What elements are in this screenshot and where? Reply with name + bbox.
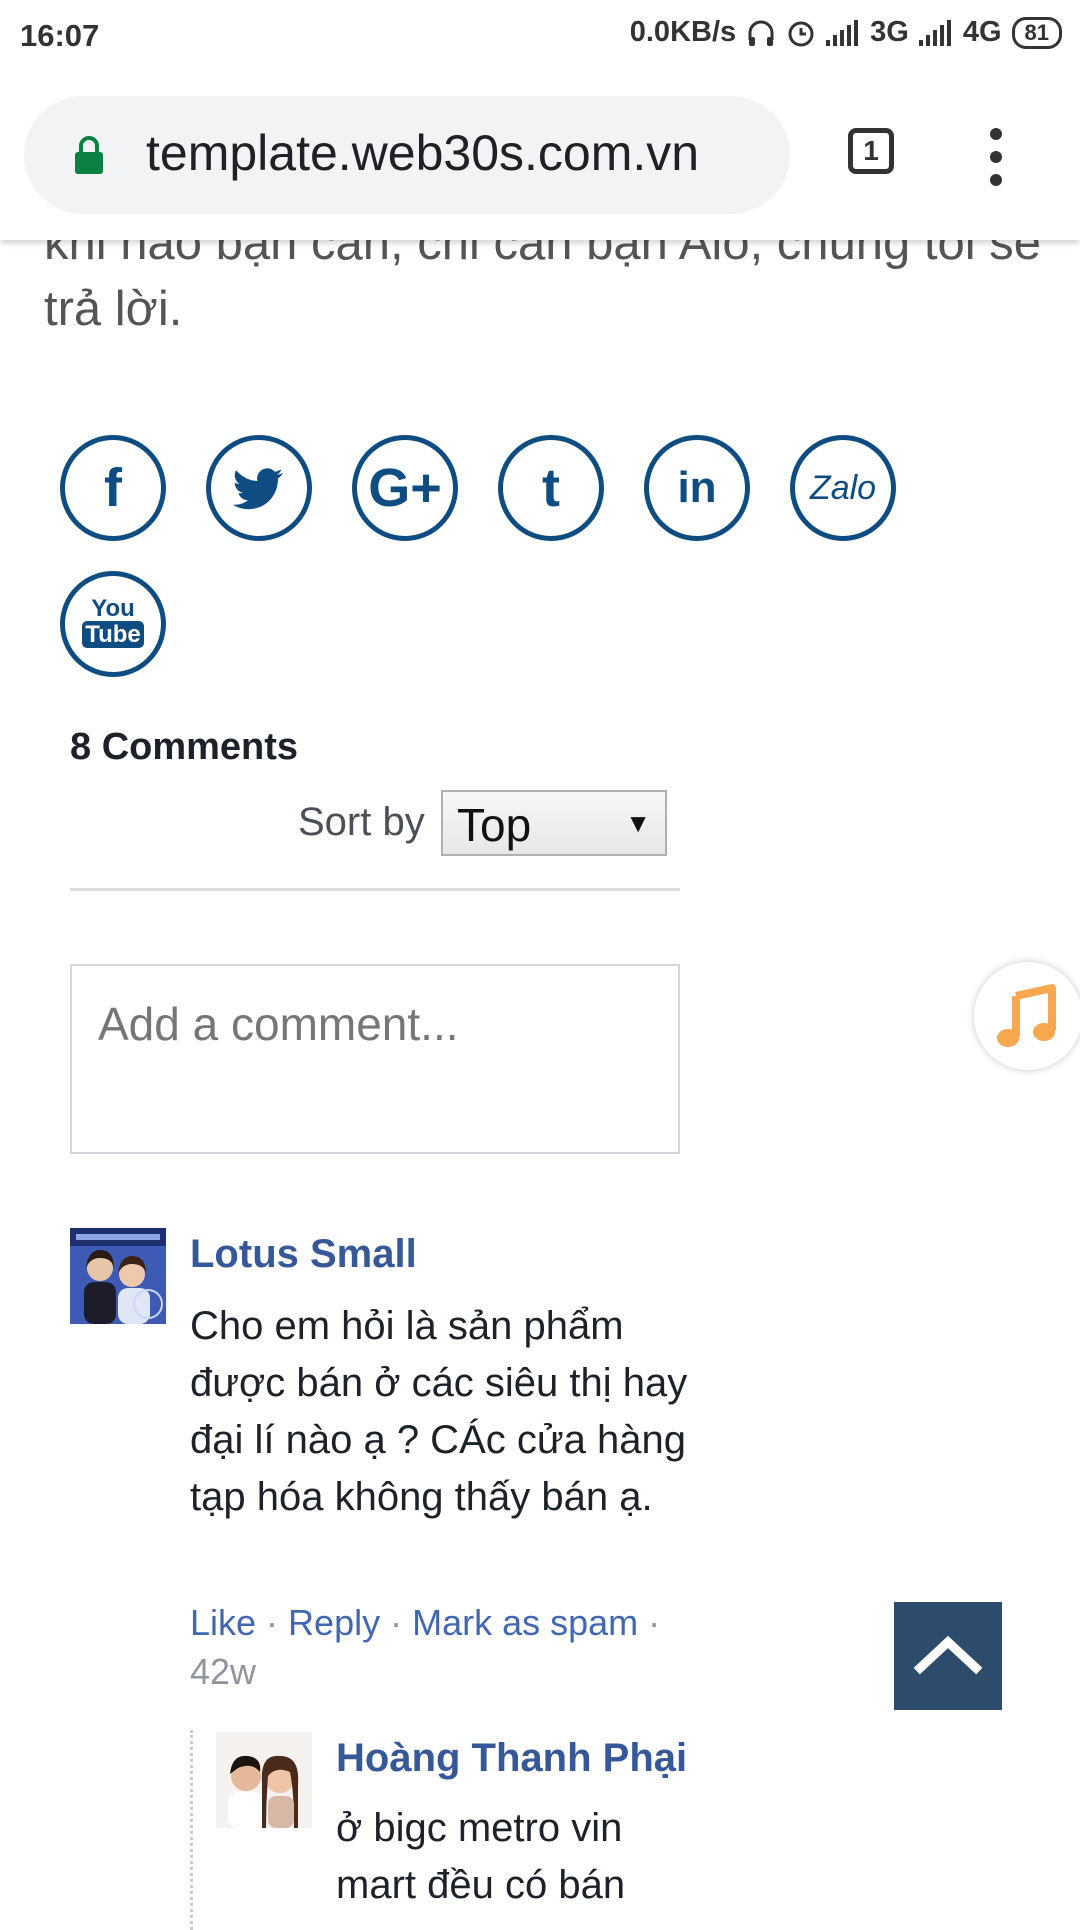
address-bar[interactable]: template.web30s.com.vn (24, 96, 790, 214)
dropdown-arrow-icon: ▼ (625, 808, 651, 838)
tab-switcher-button[interactable]: 1 (848, 128, 894, 174)
browser-toolbar: template.web30s.com.vn 1 (0, 72, 1080, 240)
twitter-icon (232, 468, 283, 510)
chevron-up-icon (913, 1635, 983, 1675)
youtube-icon: You Tube (65, 576, 161, 648)
alarm-icon (788, 21, 814, 46)
music-player-button[interactable] (974, 962, 1080, 1070)
lock-icon (75, 136, 103, 174)
comment-author[interactable]: Hoàng Thanh Phại (336, 1736, 687, 1781)
signal-icon (918, 19, 951, 46)
linkedin-share-button[interactable]: in (644, 435, 750, 541)
comment-text: ở bigc metro vin mart đều có bán (336, 1806, 626, 1907)
like-link[interactable]: Like (190, 1602, 256, 1643)
youtube-icon-top: You (91, 595, 135, 622)
comment-actions: Like · Reply · Mark as spam · 42w (190, 1602, 661, 1692)
google-plus-icon: G+ (368, 458, 442, 518)
music-note-icon (997, 984, 1056, 1047)
comment-author[interactable]: Lotus Small (190, 1232, 417, 1277)
zalo-icon: Zalo (809, 469, 877, 507)
divider (70, 888, 680, 891)
tumblr-share-button[interactable]: t (498, 435, 604, 541)
network-3g: 3G (870, 16, 909, 48)
battery-indicator: 81 (1011, 16, 1062, 49)
linkedin-icon: in (677, 463, 717, 512)
status-time: 16:07 (20, 18, 100, 53)
mark-spam-link[interactable]: Mark as spam (412, 1602, 638, 1643)
add-comment-box[interactable] (70, 964, 680, 1154)
facebook-icon: f (104, 458, 122, 518)
google-plus-share-button[interactable]: G+ (352, 435, 458, 541)
sort-select-value: Top (457, 799, 532, 851)
youtube-icon-bottom: Tube (82, 621, 144, 648)
facebook-share-button[interactable]: f (60, 435, 166, 541)
youtube-share-button[interactable]: You Tube (60, 571, 166, 677)
comment-timestamp: 42w (190, 1651, 257, 1692)
add-comment-input[interactable] (96, 996, 660, 1052)
comments-count: 8 Comments (70, 726, 299, 768)
status-indicators: 0.0KB/s 3G 4G 81 (630, 16, 1062, 49)
url-text[interactable]: template.web30s.com.vn (146, 124, 699, 182)
twitter-share-button[interactable] (206, 435, 312, 541)
sort-label: Sort by (298, 800, 425, 844)
headphones-icon (748, 20, 774, 46)
overflow-menu-icon[interactable] (990, 128, 1002, 197)
avatar[interactable] (216, 1732, 312, 1828)
avatar[interactable] (70, 1228, 166, 1324)
comment-text: Cho em hỏi là sản phẩm được bán ở các si… (190, 1304, 688, 1519)
reply-thread-line (190, 1730, 193, 1930)
reply-link[interactable]: Reply (288, 1602, 380, 1643)
network-speed: 0.0KB/s (629, 16, 737, 48)
signal-icon (826, 19, 859, 46)
network-4g: 4G (962, 16, 1002, 48)
zalo-share-button[interactable]: Zalo (790, 435, 896, 541)
tumblr-icon: t (542, 458, 560, 518)
sort-select[interactable]: Top ▼ (441, 790, 667, 856)
status-bar: 16:07 0.0KB/s 3G 4G 81 (0, 0, 1080, 72)
scroll-to-top-button[interactable] (894, 1602, 1002, 1710)
